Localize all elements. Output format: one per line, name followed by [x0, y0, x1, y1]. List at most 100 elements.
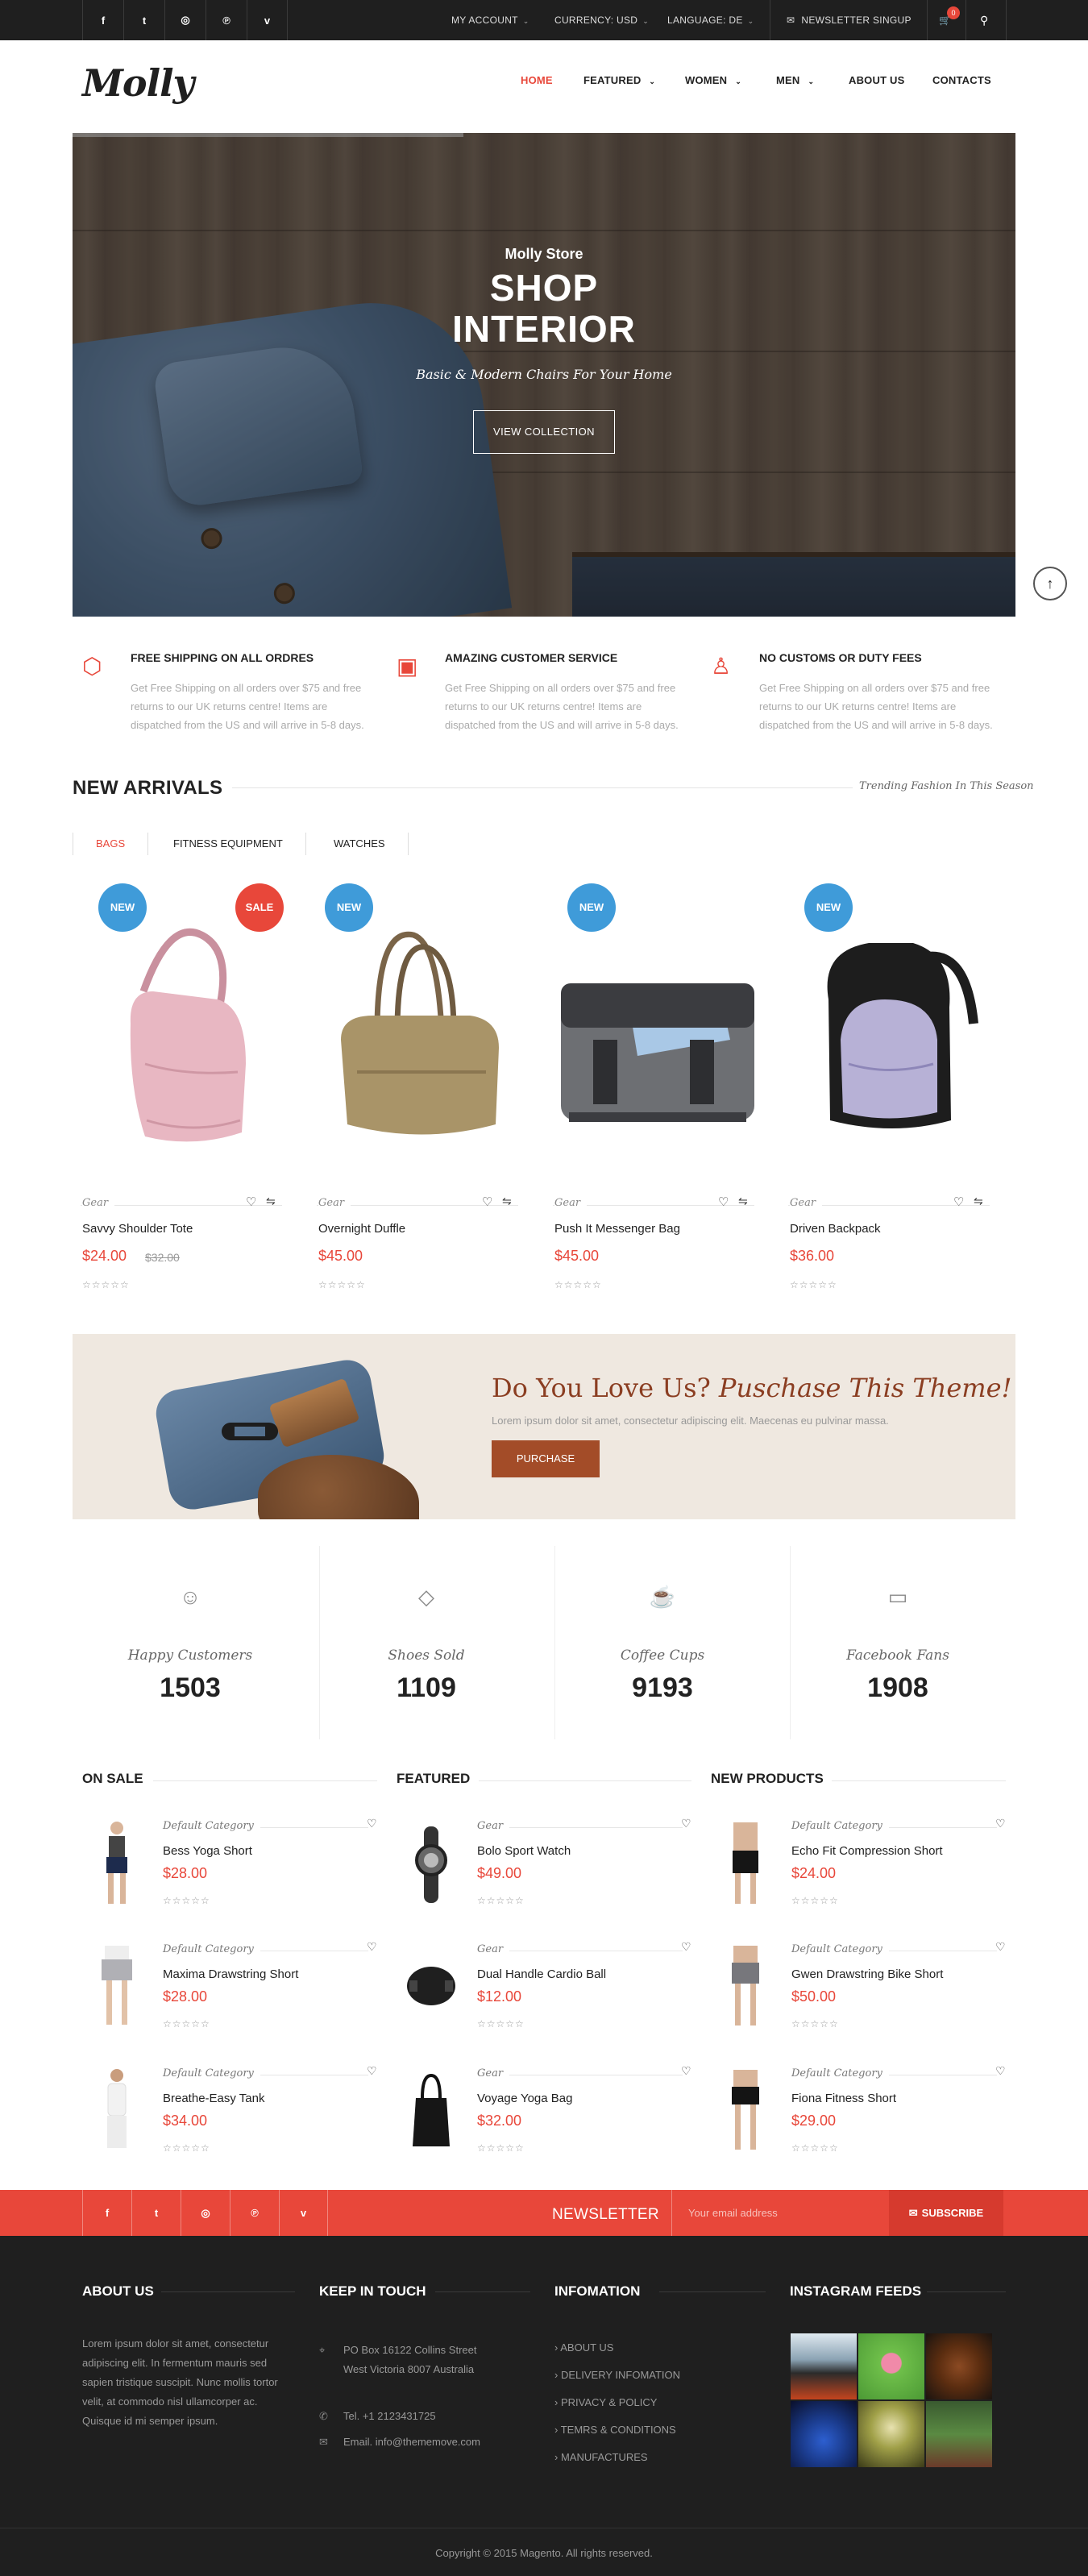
nav-about-us[interactable]: ABOUT US: [849, 74, 905, 86]
instagram-photo[interactable]: [790, 2400, 858, 2468]
cart-icon[interactable]: 🛒: [939, 0, 951, 40]
wishlist-heart-icon[interactable]: ♡: [681, 2064, 691, 2078]
footer-link[interactable]: › MANUFACTURES: [554, 2451, 648, 2463]
view-collection-button[interactable]: VIEW COLLECTION: [473, 410, 615, 454]
compare-icon[interactable]: ⇋: [266, 1195, 276, 1208]
stat-facebook-fans: ▭ Facebook Fans 1908: [780, 1546, 1015, 1739]
wishlist-heart-icon[interactable]: ♡: [995, 2064, 1006, 2078]
wishlist-heart-icon[interactable]: ♡: [995, 1817, 1006, 1830]
product-name[interactable]: Bess Yoga Short: [163, 1844, 252, 1858]
footer-link[interactable]: › ABOUT US: [554, 2341, 613, 2354]
nav-contacts[interactable]: CONTACTS: [932, 74, 991, 86]
facebook-icon[interactable]: f: [82, 2190, 131, 2236]
list-item[interactable]: Default Category ♡ Breathe-Easy Tank $34…: [82, 2064, 380, 2179]
divider: [161, 2291, 295, 2292]
wishlist-heart-icon[interactable]: ♡: [367, 1817, 377, 1830]
instagram-photo[interactable]: [858, 2400, 925, 2468]
list-item[interactable]: Gear ♡ Bolo Sport Watch $49.00 ☆☆☆☆☆: [397, 1817, 695, 1931]
currency-menu[interactable]: CURRENCY: USD ⌄: [554, 0, 649, 40]
twitter-icon[interactable]: t: [123, 0, 164, 40]
wishlist-heart-icon[interactable]: ♡: [482, 1195, 492, 1209]
list-item[interactable]: Default Category ♡ Echo Fit Compression …: [711, 1817, 1009, 1931]
instagram-icon[interactable]: ◎: [181, 2190, 230, 2236]
list-item[interactable]: Gear ♡ Dual Handle Cardio Ball $12.00 ☆☆…: [397, 1940, 695, 2055]
tab-fitness-equipment[interactable]: FITNESS EQUIPMENT: [151, 833, 306, 855]
wishlist-heart-icon[interactable]: ♡: [681, 1817, 691, 1830]
hero-title-line2: INTERIOR: [452, 308, 636, 350]
rating-stars: ☆☆☆☆☆: [163, 2018, 210, 2030]
pinterest-icon[interactable]: ℗: [230, 2190, 279, 2236]
scroll-top-button[interactable]: ↑: [1033, 567, 1067, 600]
instagram-photo[interactable]: [790, 2333, 858, 2400]
search-icon[interactable]: ⚲: [980, 0, 989, 40]
product-name[interactable]: Echo Fit Compression Short: [791, 1844, 943, 1858]
compare-icon[interactable]: ⇋: [502, 1195, 512, 1208]
product-name[interactable]: Maxima Drawstring Short: [163, 1967, 298, 1981]
footer-email[interactable]: ✉ Email. info@thememove.com: [319, 2433, 529, 2452]
list-item[interactable]: Default Category ♡ Gwen Drawstring Bike …: [711, 1940, 1009, 2055]
instagram-icon[interactable]: ◎: [164, 0, 206, 40]
vimeo-icon[interactable]: v: [247, 0, 288, 40]
newsletter-signup-link[interactable]: ✉ NEWSLETTER SINGUP: [787, 0, 912, 40]
product-name[interactable]: Breathe-Easy Tank: [163, 2092, 264, 2105]
nav-men[interactable]: MEN ⌄: [776, 74, 814, 86]
product-name[interactable]: Savvy Shoulder Tote: [82, 1222, 193, 1236]
tab-watches[interactable]: WATCHES: [311, 833, 409, 855]
tab-bags[interactable]: BAGS: [73, 833, 149, 855]
wishlist-heart-icon[interactable]: ♡: [718, 1195, 729, 1209]
product-name[interactable]: Fiona Fitness Short: [791, 2092, 896, 2105]
wishlist-heart-icon[interactable]: ♡: [995, 1940, 1006, 1954]
cart-count-badge: 0: [947, 6, 960, 19]
wishlist-heart-icon[interactable]: ♡: [681, 1940, 691, 1954]
nav-featured[interactable]: FEATURED ⌄: [583, 74, 655, 86]
box-icon: ⬡: [82, 654, 102, 679]
list-item[interactable]: Default Category ♡ Maxima Drawstring Sho…: [82, 1940, 380, 2055]
footer-link[interactable]: › DELIVERY INFOMATION: [554, 2369, 680, 2381]
product-card[interactable]: NEW Gear ♡ ⇋ Overnight Duffle $45.00 ☆☆☆…: [309, 879, 520, 1298]
product-name[interactable]: Overnight Duffle: [318, 1222, 405, 1236]
newsletter-email-input[interactable]: Your email address: [671, 2190, 889, 2236]
purchase-button[interactable]: PURCHASE: [492, 1440, 600, 1477]
product-name[interactable]: Gwen Drawstring Bike Short: [791, 1967, 943, 1981]
footer-link[interactable]: › PRIVACY & POLICY: [554, 2396, 657, 2408]
list-item[interactable]: Default Category ♡ Fiona Fitness Short $…: [711, 2064, 1009, 2179]
copyright: Copyright © 2015 Magento. All rights res…: [435, 2547, 653, 2559]
logo[interactable]: Molly: [82, 61, 194, 105]
product-thumb: [732, 1946, 759, 2025]
nav-women-label: WOMEN: [685, 74, 728, 86]
instagram-photo[interactable]: [925, 2333, 993, 2400]
facebook-icon[interactable]: f: [82, 0, 123, 40]
product-name[interactable]: Driven Backpack: [790, 1222, 881, 1236]
nav-featured-label: FEATURED: [583, 74, 642, 86]
compare-icon[interactable]: ⇋: [974, 1195, 983, 1208]
twitter-icon[interactable]: t: [131, 2190, 181, 2236]
vimeo-icon[interactable]: v: [279, 2190, 328, 2236]
rating-stars: ☆☆☆☆☆: [790, 1279, 837, 1290]
list-item[interactable]: Gear ♡ Voyage Yoga Bag $32.00 ☆☆☆☆☆: [397, 2064, 695, 2179]
instagram-photo[interactable]: [858, 2333, 925, 2400]
wishlist-heart-icon[interactable]: ♡: [953, 1195, 964, 1209]
compare-icon[interactable]: ⇋: [738, 1195, 748, 1208]
list-item[interactable]: Default Category ♡ Bess Yoga Short $28.0…: [82, 1817, 380, 1931]
product-card[interactable]: NEW Gear ♡ ⇋ Driven Backpack $36.00 ☆☆☆☆…: [780, 879, 991, 1298]
product-name[interactable]: Dual Handle Cardio Ball: [477, 1967, 606, 1981]
subscribe-button[interactable]: ✉ SUBSCRIBE: [889, 2190, 1003, 2236]
product-card[interactable]: NEW Gear ♡ ⇋ Push It Messenger Bag $45.0…: [545, 879, 756, 1298]
phone-icon: ✆: [319, 2410, 328, 2422]
nav-women[interactable]: WOMEN ⌄: [685, 74, 741, 86]
product-name[interactable]: Push It Messenger Bag: [554, 1222, 680, 1236]
instagram-photo[interactable]: [925, 2400, 993, 2468]
wishlist-heart-icon[interactable]: ♡: [367, 2064, 377, 2078]
pinterest-icon[interactable]: ℗: [206, 0, 247, 40]
product-card[interactable]: NEW SALE Gear ♡ ⇋ Savvy Shoulder Tote $2…: [73, 879, 284, 1298]
product-name[interactable]: Voyage Yoga Bag: [477, 2092, 572, 2105]
language-menu[interactable]: LANGUAGE: DE ⌄: [667, 0, 754, 40]
my-account-menu[interactable]: MY ACCOUNT ⌄: [451, 0, 529, 40]
wishlist-heart-icon[interactable]: ♡: [367, 1940, 377, 1954]
footer-link[interactable]: › TEMRS & CONDITIONS: [554, 2424, 676, 2436]
new-arrivals-title: NEW ARRIVALS: [73, 777, 223, 799]
nav-home[interactable]: HOME: [521, 74, 553, 86]
product-name[interactable]: Bolo Sport Watch: [477, 1844, 571, 1858]
wishlist-heart-icon[interactable]: ♡: [246, 1195, 256, 1209]
currency-label: CURRENCY: USD: [554, 15, 638, 26]
